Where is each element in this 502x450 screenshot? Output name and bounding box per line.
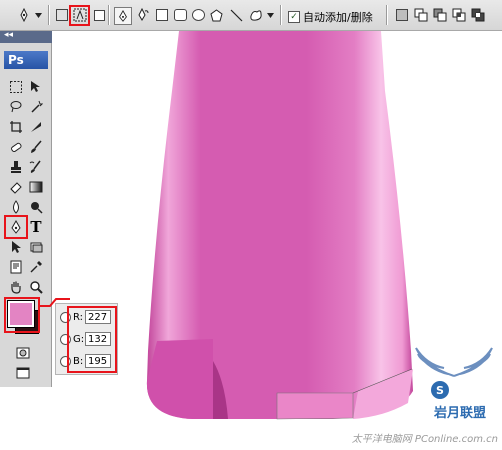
path-intersect-icon[interactable] — [451, 7, 467, 23]
path-add-icon[interactable] — [413, 7, 429, 23]
chevron-down-icon[interactable] — [34, 7, 42, 23]
paths-button-highlight — [69, 5, 90, 26]
lasso-tool-icon[interactable] — [7, 98, 25, 116]
ellipse-tool-button[interactable] — [190, 7, 206, 23]
pen-tool-button[interactable] — [114, 7, 132, 25]
custom-shape-tool-button[interactable] — [248, 7, 264, 23]
path-selection-icon[interactable] — [7, 238, 25, 256]
line-tool-button[interactable] — [228, 7, 244, 23]
quick-mask-icon[interactable] — [14, 344, 32, 362]
rgb-highlight — [67, 306, 117, 373]
blur-tool-icon[interactable] — [7, 198, 25, 216]
screen-mode-icon[interactable] — [14, 364, 32, 382]
type-tool-icon[interactable]: T — [27, 218, 45, 236]
clone-stamp-icon[interactable] — [7, 158, 25, 176]
rectangle-shape-icon[interactable] — [27, 238, 45, 256]
ps-logo[interactable]: Ps — [4, 51, 48, 69]
polygon-tool-button[interactable] — [208, 7, 224, 23]
brush-tool-icon[interactable] — [27, 138, 45, 156]
checkbox-box[interactable]: ✓ — [288, 11, 300, 23]
path-exclude-icon[interactable] — [470, 7, 486, 23]
hand-tool-icon[interactable] — [7, 278, 25, 296]
path-subtract-icon[interactable] — [432, 7, 448, 23]
logo-text: 岩月联盟 — [434, 406, 487, 421]
crop-tool-icon[interactable] — [7, 118, 25, 136]
auto-add-delete-label: 自动添加/删除 — [303, 11, 373, 24]
pen-tool-preset-icon[interactable] — [16, 7, 32, 23]
freeform-pen-button[interactable] — [135, 7, 151, 23]
eraser-tool-icon[interactable] — [7, 178, 25, 196]
healing-brush-icon[interactable] — [7, 138, 25, 156]
history-brush-icon[interactable] — [27, 158, 45, 176]
auto-add-delete-checkbox[interactable]: ✓ 自动添加/删除 — [288, 9, 373, 25]
rectangle-tool-button[interactable] — [154, 7, 170, 23]
dodge-tool-icon[interactable] — [27, 198, 45, 216]
marquee-tool-icon[interactable] — [7, 78, 25, 96]
pen-tool-highlight — [4, 215, 28, 239]
options-bar: ✓ 自动添加/删除 — [0, 0, 502, 31]
magic-wand-icon[interactable] — [27, 98, 45, 116]
chevron-down-icon[interactable] — [266, 7, 274, 23]
path-combine-icon[interactable] — [394, 7, 410, 23]
slice-tool-icon[interactable] — [27, 118, 45, 136]
gradient-tool-icon[interactable] — [27, 178, 45, 196]
notes-tool-icon[interactable] — [7, 258, 25, 276]
fill-pixels-button[interactable] — [91, 7, 107, 23]
zoom-tool-icon[interactable] — [27, 278, 45, 296]
swatch-highlight — [4, 297, 40, 333]
shape-layers-button[interactable] — [54, 7, 70, 23]
svg-text:S: S — [436, 384, 444, 397]
toolbox-grip[interactable]: ◂◂ — [0, 30, 52, 43]
eyedropper-icon[interactable] — [27, 258, 45, 276]
footer-watermark: 太平洋电脑网 PConline.com.cn — [351, 434, 498, 445]
rounded-rectangle-tool-button[interactable] — [172, 7, 188, 23]
move-tool-icon[interactable] — [27, 78, 45, 96]
